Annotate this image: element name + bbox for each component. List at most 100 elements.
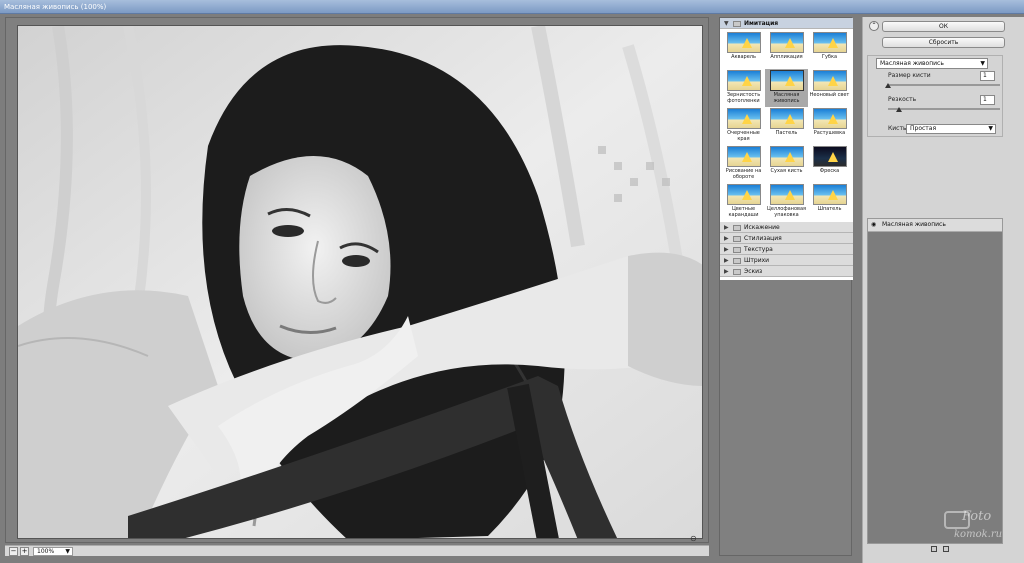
filter-thumbnail[interactable]: Акварель xyxy=(722,31,765,69)
filter-thumbnail[interactable]: Очерченные края xyxy=(722,107,765,145)
collapsed-triangle-icon: ▶ xyxy=(724,246,729,253)
category-label: Эскиз xyxy=(744,268,763,275)
filter-preview-image xyxy=(812,184,847,205)
brush-size-slider-thumb[interactable] xyxy=(885,83,891,88)
filter-preview-image xyxy=(726,70,761,91)
filter-preview-image xyxy=(769,108,804,129)
chevron-down-icon: ▼ xyxy=(65,548,70,555)
filter-gallery: ▼ Имитация Акварель Аппликация Губка Зернист… xyxy=(719,17,853,556)
filter-preview-image xyxy=(769,146,804,167)
watermark-line1: Foto xyxy=(962,509,992,524)
filter-preview-image xyxy=(812,70,847,91)
watermark-logo: Foto komok.ru xyxy=(940,505,1018,555)
brush-type-select[interactable]: Простая ▼ xyxy=(906,124,996,134)
filter-thumbnail[interactable]: Зернистость фотопленки xyxy=(722,69,765,107)
category-row[interactable]: ▶ Искажение xyxy=(720,222,853,233)
sharpness-slider-thumb[interactable] xyxy=(896,107,903,112)
folder-icon xyxy=(733,268,741,275)
zoom-level-value: 100% xyxy=(37,548,55,555)
filter-thumbnail-label: Неоновый свет xyxy=(809,92,850,98)
filter-thumbnail[interactable]: Губка xyxy=(808,31,851,69)
ok-button[interactable]: ОК xyxy=(882,21,1005,32)
filter-preview-image xyxy=(769,184,804,205)
expanded-triangle-icon: ▼ xyxy=(724,20,729,27)
effect-layer-label: Масляная живопись xyxy=(882,221,946,228)
category-label: Стилизация xyxy=(744,235,782,242)
filter-preview-image xyxy=(726,32,761,53)
zoom-out-button[interactable]: − xyxy=(9,547,18,556)
filter-preview-image xyxy=(726,146,761,167)
filter-thumbnail[interactable]: Целлофановая упаковка xyxy=(765,183,808,221)
sharpness-label: Резкость xyxy=(888,96,917,103)
category-row[interactable]: ▶ Штрихи xyxy=(720,255,853,266)
eye-icon[interactable]: ◉ xyxy=(871,222,878,228)
brush-size-input[interactable]: 1 xyxy=(980,71,995,81)
new-layer-icon[interactable] xyxy=(931,546,937,552)
filter-preview-image xyxy=(812,108,847,129)
settings-panel: ⌃ ОК Сбросить Масляная живопись ▼ Размер… xyxy=(862,17,1024,563)
watermark-line2: komok.ru xyxy=(954,529,1003,540)
window-title: Масляная живопись (100%) xyxy=(0,0,1024,14)
zoom-in-button[interactable]: + xyxy=(20,547,29,556)
filter-preview-image xyxy=(769,32,804,53)
sharpness-slider[interactable] xyxy=(888,108,1000,110)
category-label: Искажение xyxy=(744,224,780,231)
category-label: Текстура xyxy=(744,246,773,253)
filter-thumbnail[interactable]: Рисование на обороте xyxy=(722,145,765,183)
category-list: ▶ Искажение ▶ Стилизация ▶ Текстура ▶ Штрихи ▶ Эс… xyxy=(720,222,853,277)
filter-thumbnail-label: Растушевка xyxy=(813,130,846,136)
folder-icon xyxy=(733,20,741,27)
preview-image[interactable] xyxy=(17,25,703,539)
filter-thumbnail-label: Очерченные края xyxy=(727,130,760,142)
filter-thumbnail-label: Сухая кисть xyxy=(770,168,803,174)
collapsed-triangle-icon: ▶ xyxy=(724,224,729,231)
filter-thumbnail[interactable]: Масляная живопись xyxy=(765,69,808,107)
filter-thumbnail[interactable]: Растушевка xyxy=(808,107,851,145)
folder-icon xyxy=(733,224,741,231)
filter-preview-image xyxy=(812,146,847,167)
collapse-gallery-icon[interactable]: ⌃ xyxy=(869,21,879,31)
category-row[interactable]: ▶ Стилизация xyxy=(720,233,853,244)
filter-thumbnail[interactable]: Сухая кисть xyxy=(765,145,808,183)
collapsed-triangle-icon: ▶ xyxy=(724,257,729,264)
category-imitation[interactable]: ▼ Имитация xyxy=(720,18,853,29)
zoom-level-select[interactable]: 100% ▼ xyxy=(33,547,73,556)
collapsed-triangle-icon: ▶ xyxy=(724,268,729,275)
filter-thumbnail[interactable]: Шпатель xyxy=(808,183,851,221)
zoom-magnifier-icon[interactable]: ⊖ xyxy=(690,535,698,543)
filter-thumbnail-label: Фреска xyxy=(819,168,840,174)
filter-thumbnail-label: Масляная живопись xyxy=(773,92,800,104)
filter-thumbnail[interactable]: Цветные карандаши xyxy=(722,183,765,221)
filter-thumbnail-label: Рисование на обороте xyxy=(725,168,762,180)
folder-icon xyxy=(733,246,741,253)
thumbnail-grid: Акварель Аппликация Губка Зернистость фотоп… xyxy=(720,29,853,222)
filter-thumbnail-label: Шпатель xyxy=(817,206,842,212)
filter-thumbnail[interactable]: Фреска xyxy=(808,145,851,183)
filter-preview-image xyxy=(769,70,804,91)
filter-settings: Масляная живопись ▼ Размер кисти 1 Резко… xyxy=(867,55,1003,137)
filter-thumbnail[interactable]: Пастель xyxy=(765,107,808,145)
filter-select[interactable]: Масляная живопись ▼ xyxy=(876,58,988,69)
category-label: Штрихи xyxy=(744,257,770,264)
folder-icon xyxy=(733,235,741,242)
preview-frame: ⊖ xyxy=(5,17,709,543)
filter-thumbnail-label: Целлофановая упаковка xyxy=(766,206,807,218)
sharpness-input[interactable]: 1 xyxy=(980,95,995,105)
filter-thumbnail[interactable]: Неоновый свет xyxy=(808,69,851,107)
filter-thumbnail-label: Губка xyxy=(821,54,838,60)
filter-preview-image xyxy=(726,184,761,205)
brush-size-slider[interactable] xyxy=(888,84,1000,86)
filter-thumbnail-label: Аппликация xyxy=(770,54,803,60)
reset-button[interactable]: Сбросить xyxy=(882,37,1005,48)
collapsed-triangle-icon: ▶ xyxy=(724,235,729,242)
filter-preview-image xyxy=(726,108,761,129)
category-row[interactable]: ▶ Эскиз xyxy=(720,266,853,277)
filter-thumbnail-label: Пастель xyxy=(775,130,798,136)
category-row[interactable]: ▶ Текстура xyxy=(720,244,853,255)
preview-statusbar: − + 100% ▼ xyxy=(5,545,709,556)
filter-thumbnail-label: Зернистость фотопленки xyxy=(726,92,761,104)
filter-thumbnail[interactable]: Аппликация xyxy=(765,31,808,69)
brush-type-value: Простая xyxy=(910,125,937,132)
filter-select-value: Масляная живопись xyxy=(880,60,944,67)
effect-layer-row[interactable]: ◉ Масляная живопись xyxy=(868,219,1002,232)
